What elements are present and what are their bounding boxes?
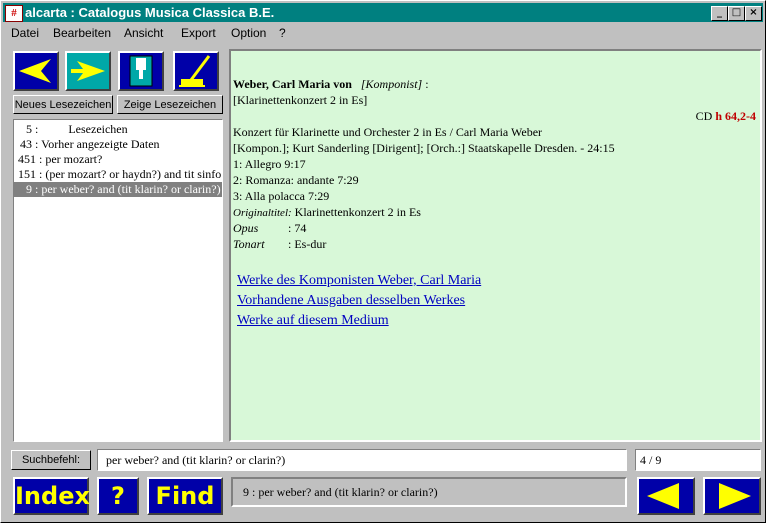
- menu-datei[interactable]: Datei: [11, 26, 39, 40]
- close-button[interactable]: ×: [745, 6, 762, 21]
- link-composer-works[interactable]: Werke des Komponisten Weber, Carl Maria: [237, 273, 481, 288]
- show-bookmark-button[interactable]: Zeige Lesezeichen: [117, 95, 223, 114]
- menu-help[interactable]: ?: [279, 26, 286, 40]
- list-item[interactable]: 151 : (per mozart? or haydn?) and tit si…: [14, 167, 222, 182]
- right-triangle-icon: [719, 483, 751, 509]
- record-header: Weber, Carl Maria von [Komponist] :: [233, 77, 429, 91]
- link-same-work-editions[interactable]: Vorhandene Ausgaben desselben Werkes: [237, 293, 465, 308]
- help-button[interactable]: ?: [97, 477, 139, 515]
- field-tonart: Tonart: Es-dur: [233, 237, 327, 251]
- previous-button[interactable]: [637, 477, 695, 515]
- track: 3: Alla polacca 7:29: [233, 189, 330, 203]
- back-arrow-icon: [19, 59, 51, 83]
- track: 1: Allegro 9:17: [233, 157, 306, 171]
- search-input[interactable]: per weber? and (tit klarin? or clarin?): [97, 449, 627, 471]
- left-triangle-icon: [647, 483, 679, 509]
- title-bar: # alcarta : Catalogus Musica Classica B.…: [3, 3, 763, 22]
- menu-export[interactable]: Export: [181, 26, 216, 40]
- menu-bearbeiten[interactable]: Bearbeiten: [53, 26, 111, 40]
- composer-name: Weber, Carl Maria von: [233, 77, 352, 91]
- app-window: # alcarta : Catalogus Musica Classica B.…: [0, 0, 766, 523]
- search-command-button[interactable]: Suchbefehl:: [11, 450, 91, 470]
- menu-bar: Datei Bearbeiten Ansicht Export Option ?: [3, 23, 763, 41]
- menu-option[interactable]: Option: [231, 26, 266, 40]
- result-counter: 4 / 9: [635, 449, 761, 471]
- contributors: [Kompon.]; Kurt Sanderling [Dirigent]; […: [233, 141, 615, 155]
- track: 2: Romanza: andante 7:29: [233, 173, 359, 187]
- field-opus: Opus: 74: [233, 221, 307, 235]
- document-icon: [129, 55, 153, 87]
- back-button[interactable]: [13, 51, 59, 91]
- new-bookmark-button[interactable]: Neues Lesezeichen: [13, 95, 113, 114]
- link-medium-works[interactable]: Werke auf diesem Medium: [237, 313, 389, 328]
- record-detail-panel: Weber, Carl Maria von [Komponist] : [Kla…: [229, 49, 762, 442]
- status-bar: 9 : per weber? and (tit klarin? or clari…: [231, 477, 627, 507]
- forward-button[interactable]: [65, 51, 111, 91]
- history-list[interactable]: 5 : Lesezeichen 43 : Vorher angezeigte Da…: [13, 119, 223, 442]
- composer-role: [Komponist]: [360, 77, 423, 91]
- list-item-selected[interactable]: 9 : per weber? and (tit klarin? or clari…: [14, 182, 222, 197]
- alcarta-icon[interactable]: #: [5, 5, 23, 22]
- find-button[interactable]: Find: [147, 477, 223, 515]
- list-item[interactable]: 451 : per mozart?: [14, 152, 222, 167]
- title-statement: Konzert für Klarinette und Orchester 2 i…: [233, 125, 543, 139]
- broom-icon: [179, 55, 211, 87]
- next-button[interactable]: [703, 477, 761, 515]
- window-title: alcarta : Catalogus Musica Classica B.E.: [25, 5, 275, 20]
- uniform-title: [Klarinettenkonzert 2 in Es]: [233, 93, 368, 107]
- clear-button[interactable]: [173, 51, 219, 91]
- menu-ansicht[interactable]: Ansicht: [124, 26, 163, 40]
- list-item[interactable]: 43 : Vorher angezeigte Daten: [14, 137, 222, 152]
- list-item[interactable]: 5 : Lesezeichen: [14, 122, 222, 137]
- medium-shelfmark: CD h 64,2-4: [695, 109, 756, 123]
- maximize-button[interactable]: □: [728, 6, 745, 21]
- index-button[interactable]: Index: [13, 477, 90, 515]
- field-originaltitel: Originaltitel: Klarinettenkonzert 2 in E…: [233, 205, 421, 219]
- minimize-button[interactable]: _: [711, 6, 728, 21]
- document-button[interactable]: [118, 51, 164, 91]
- forward-arrow-icon: [71, 61, 105, 81]
